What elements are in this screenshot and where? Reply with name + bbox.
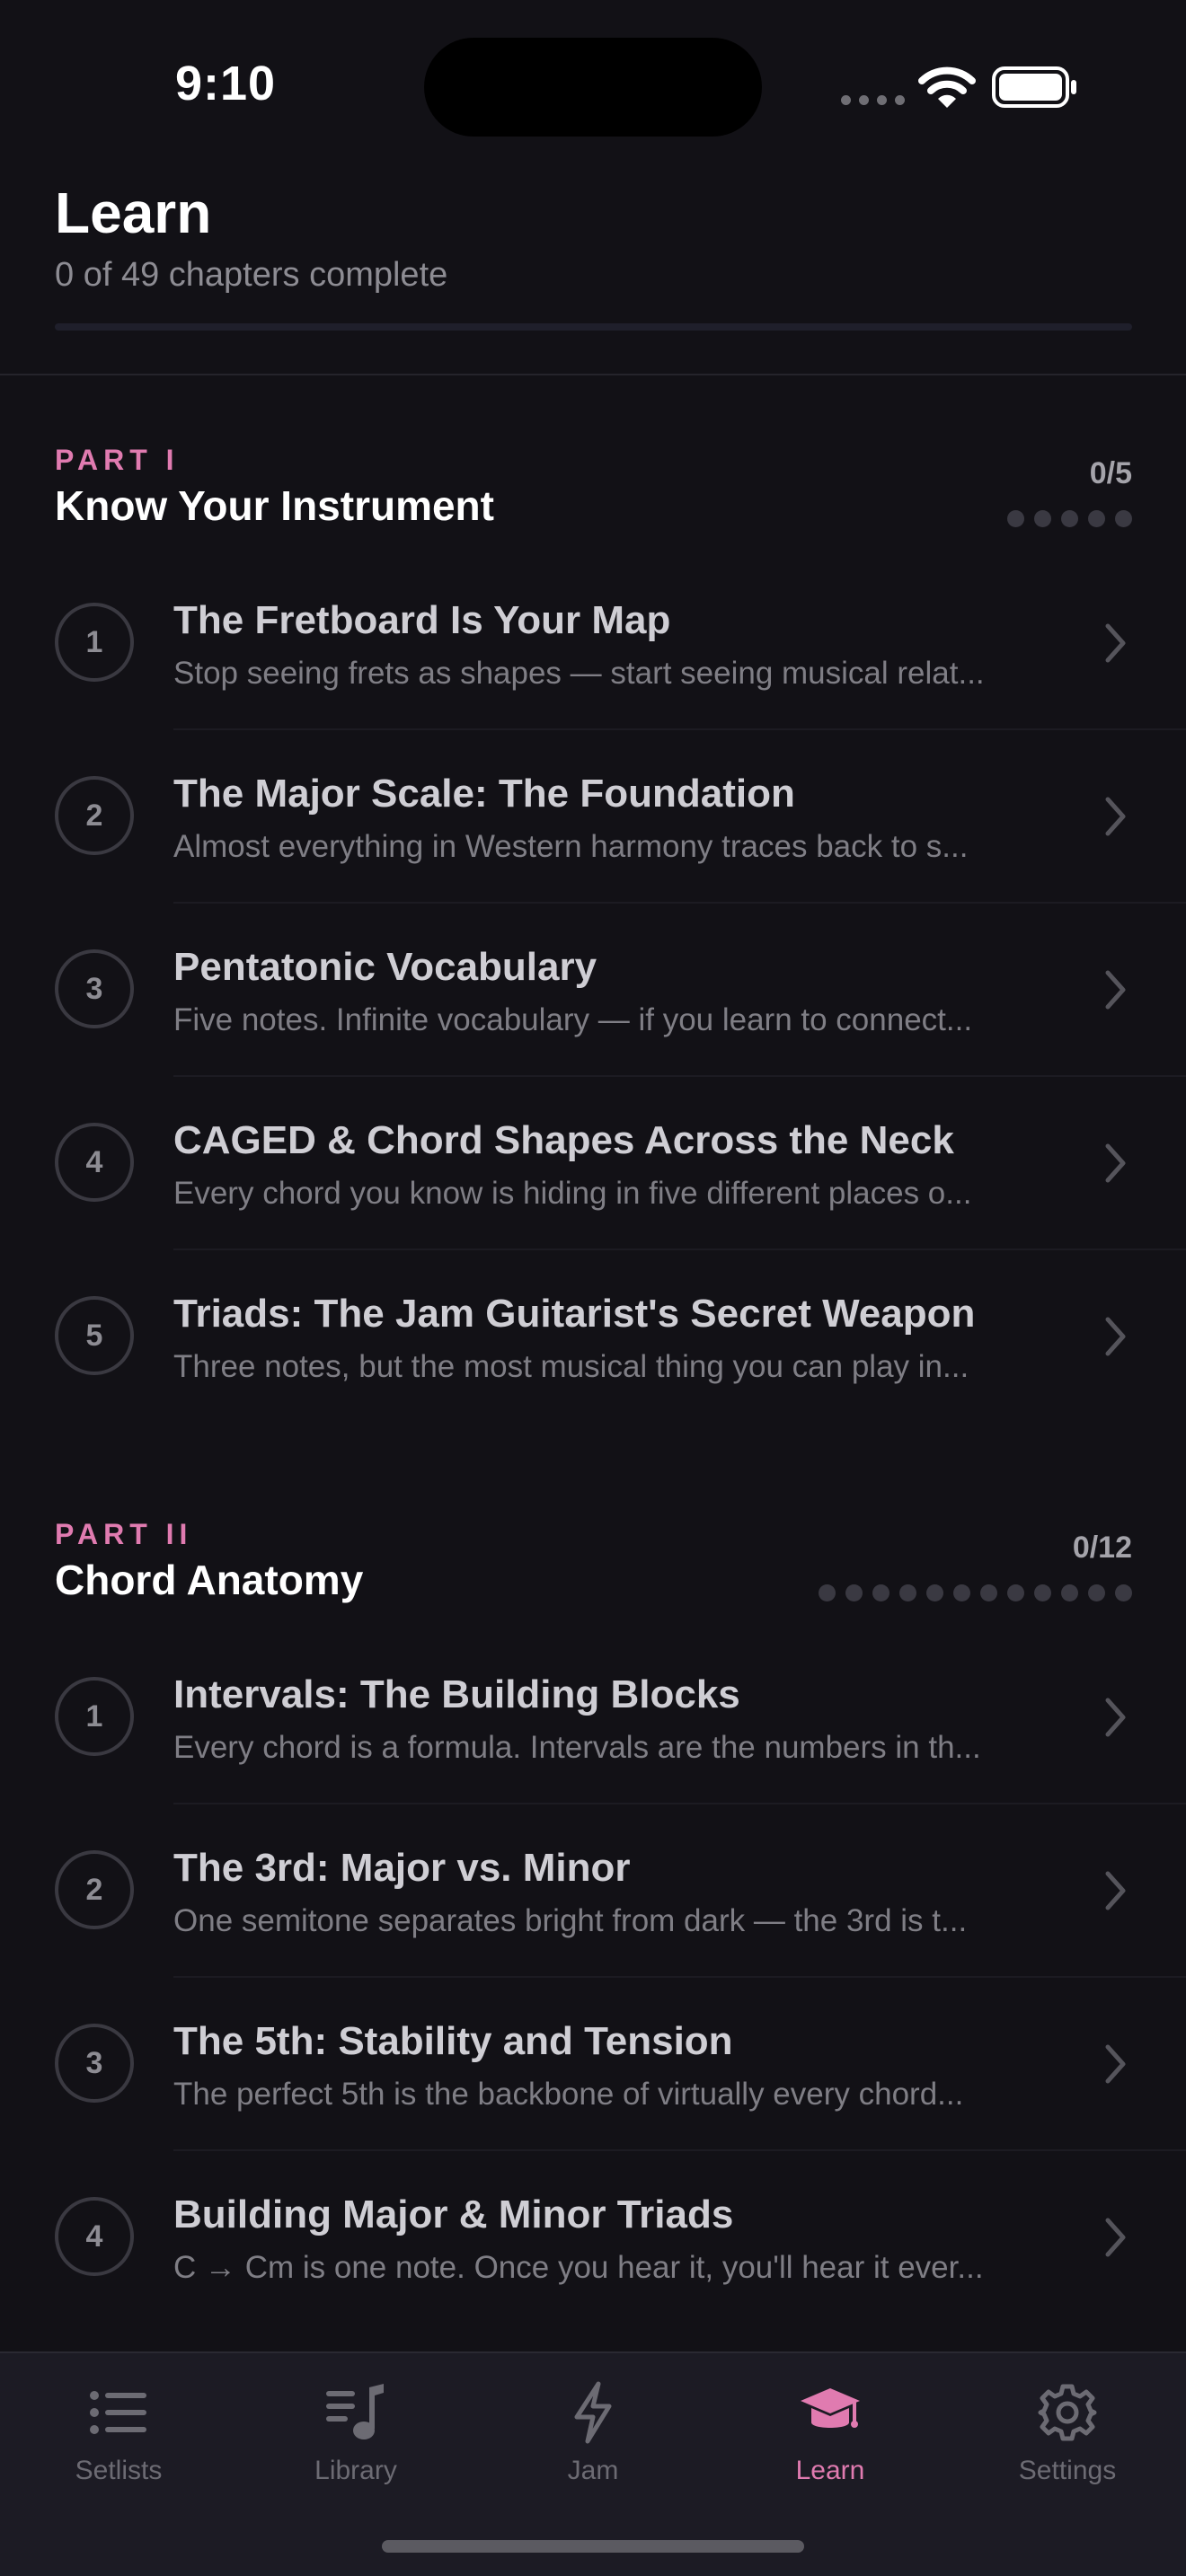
progress-dot <box>1007 510 1024 527</box>
tab-label: Settings <box>1018 2456 1117 2485</box>
tab-learn[interactable]: Learn <box>712 2353 949 2515</box>
tab-jam[interactable]: Jam <box>474 2353 712 2515</box>
progress-dot <box>845 1584 863 1601</box>
progress-dot <box>1061 1584 1078 1601</box>
chapter-number-badge: 4 <box>55 1123 134 1202</box>
chevron-right-icon <box>1105 1317 1126 1356</box>
chapter-title: Triads: The Jam Guitarist's Secret Weapo… <box>173 1292 976 1336</box>
dynamic-island <box>424 38 762 137</box>
progress-dot <box>1034 1584 1051 1601</box>
part-label: PART II <box>55 1518 193 1550</box>
progress-dot <box>899 1584 916 1601</box>
progress-dot <box>1088 1584 1105 1601</box>
chapter-subtitle: Every chord is a formula. Intervals are … <box>173 1730 981 1765</box>
chapter-row[interactable]: 1 The Fretboard Is Your Map Stop seeing … <box>0 557 1186 730</box>
chapter-subtitle: The perfect 5th is the backbone of virtu… <box>173 2077 964 2112</box>
overall-progress-bar <box>55 323 1132 331</box>
chapter-row[interactable]: 3 The 5th: Stability and Tension The per… <box>0 1978 1186 2151</box>
chapter-row[interactable]: 3 Pentatonic Vocabulary Five notes. Infi… <box>0 904 1186 1077</box>
chapter-title: Pentatonic Vocabulary <box>173 945 597 989</box>
page-title: Learn <box>55 181 212 245</box>
header-divider <box>0 374 1186 375</box>
chapter-subtitle: Every chord you know is hiding in five d… <box>173 1176 972 1211</box>
chapter-title: The 3rd: Major vs. Minor <box>173 1846 631 1890</box>
list-icon <box>90 2391 146 2434</box>
chevron-right-icon <box>1105 1143 1126 1183</box>
chapter-number-badge: 1 <box>55 1677 134 1756</box>
chapter-number-badge: 5 <box>55 1296 134 1375</box>
chapter-subtitle: C → Cm is one note. Once you hear it, yo… <box>173 2250 984 2285</box>
chapter-subtitle: Stop seeing frets as shapes — start seei… <box>173 656 985 691</box>
wifi-icon <box>918 66 976 108</box>
progress-dot <box>980 1584 997 1601</box>
chapter-number-badge: 3 <box>55 949 134 1028</box>
chapter-row[interactable]: 1 Intervals: The Building Blocks Every c… <box>0 1631 1186 1804</box>
chevron-right-icon <box>1105 797 1126 836</box>
part-label: PART I <box>55 444 180 476</box>
tab-label: Learn <box>795 2456 865 2485</box>
battery-icon <box>992 66 1076 108</box>
chapter-subtitle: Almost everything in Western harmony tra… <box>173 829 969 864</box>
tab-library[interactable]: Library <box>237 2353 474 2515</box>
music-note-list-icon <box>326 2384 384 2439</box>
part-title: Know Your Instrument <box>55 482 494 529</box>
chapter-title: Intervals: The Building Blocks <box>173 1672 740 1716</box>
chapter-number-badge: 2 <box>55 1850 134 1929</box>
chapter-title: Building Major & Minor Triads <box>173 2192 734 2236</box>
cellular-signal-icon <box>841 95 905 105</box>
tab-label: Jam <box>567 2456 619 2485</box>
chapter-title: The 5th: Stability and Tension <box>173 2019 733 2063</box>
chevron-right-icon <box>1105 970 1126 1010</box>
gear-icon <box>1038 2384 1097 2441</box>
chapter-number-badge: 2 <box>55 776 134 855</box>
chevron-right-icon <box>1105 1698 1126 1737</box>
status-bar: 9:10 <box>0 0 1186 171</box>
tab-label: Setlists <box>75 2456 163 2485</box>
home-indicator[interactable] <box>382 2540 804 2553</box>
learn-screen: 9:10 Learn 0 of 49 chapters complete PAR… <box>0 0 1186 2576</box>
tab-label: Library <box>314 2456 397 2485</box>
progress-dot <box>1034 510 1051 527</box>
progress-dot <box>926 1584 943 1601</box>
part-progress-count: 0/5 <box>1089 456 1132 490</box>
progress-dot <box>1007 1584 1024 1601</box>
chapter-row[interactable]: 2 The 3rd: Major vs. Minor One semitone … <box>0 1804 1186 1978</box>
chapter-number-badge: 1 <box>55 603 134 682</box>
status-time: 9:10 <box>175 57 277 110</box>
chapter-row[interactable]: 4 Building Major & Minor Triads C → Cm i… <box>0 2151 1186 2325</box>
part-title: Chord Anatomy <box>55 1557 364 1603</box>
chapter-row[interactable]: 2 The Major Scale: The Foundation Almost… <box>0 730 1186 904</box>
chevron-right-icon <box>1105 2218 1126 2257</box>
chapter-row[interactable]: 4 CAGED & Chord Shapes Across the Neck E… <box>0 1077 1186 1250</box>
tab-setlists[interactable]: Setlists <box>0 2353 237 2515</box>
progress-dot <box>1061 510 1078 527</box>
chapter-number-badge: 4 <box>55 2197 134 2276</box>
chapter-subtitle: One semitone separates bright from dark … <box>173 1903 968 1938</box>
part-progress-dots <box>1007 510 1132 527</box>
chevron-right-icon <box>1105 623 1126 663</box>
chevron-right-icon <box>1105 1871 1126 1910</box>
graduation-cap-icon <box>801 2388 860 2428</box>
chapter-title: The Major Scale: The Foundation <box>173 772 795 816</box>
bolt-icon <box>574 2381 612 2444</box>
chapter-subtitle: Five notes. Infinite vocabulary — if you… <box>173 1002 973 1037</box>
progress-dot <box>872 1584 890 1601</box>
chevron-right-icon <box>1105 2044 1126 2084</box>
progress-dot <box>1115 1584 1132 1601</box>
chapter-title: The Fretboard Is Your Map <box>173 598 671 642</box>
chapter-row[interactable]: 5 Triads: The Jam Guitarist's Secret Wea… <box>0 1250 1186 1424</box>
chapter-number-badge: 3 <box>55 2024 134 2103</box>
progress-dot <box>953 1584 970 1601</box>
part-progress-dots <box>819 1584 1132 1601</box>
chapter-subtitle: Three notes, but the most musical thing … <box>173 1349 969 1384</box>
chapters-progress-text: 0 of 49 chapters complete <box>55 256 448 294</box>
tab-settings[interactable]: Settings <box>949 2353 1186 2515</box>
part-progress-count: 0/12 <box>1072 1531 1132 1565</box>
progress-dot <box>1115 510 1132 527</box>
chapter-title: CAGED & Chord Shapes Across the Neck <box>173 1118 954 1162</box>
progress-dot <box>1088 510 1105 527</box>
progress-dot <box>819 1584 836 1601</box>
